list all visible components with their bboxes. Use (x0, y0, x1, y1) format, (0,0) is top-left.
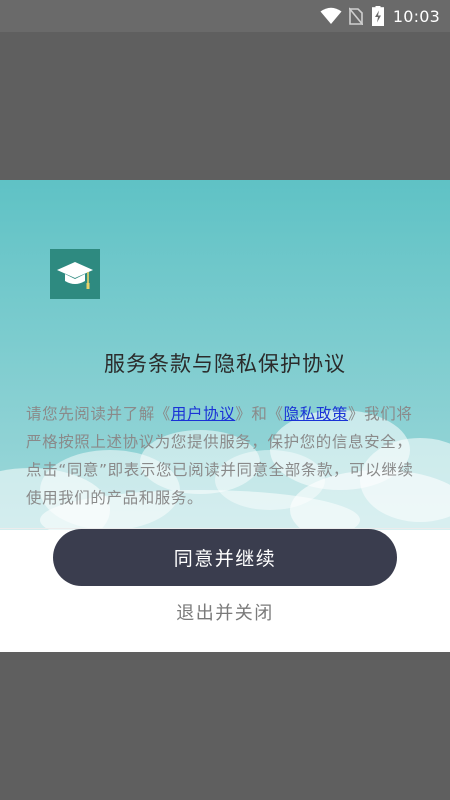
dialog-body: 请您先阅读并了解《用户协议》和《隐私政策》我们将严格按照上述协议为您提供服务，保… (26, 400, 424, 512)
exit-close-button[interactable]: 退出并关闭 (0, 599, 450, 625)
user-agreement-link[interactable]: 用户协议 (171, 405, 235, 423)
dialog-title: 服务条款与隐私保护协议 (104, 352, 346, 376)
status-icons: 10:03 (320, 0, 440, 32)
app-logo (50, 249, 100, 299)
body-text: 请您先阅读并了解《 (26, 405, 171, 423)
graduation-cap-icon (57, 262, 93, 289)
wifi-icon (320, 7, 342, 25)
status-bar: 10:03 (0, 0, 450, 32)
battery-charging-icon (371, 6, 384, 26)
privacy-dialog: 服务条款与隐私保护协议 请您先阅读并了解《用户协议》和《隐私政策》我们将严格按照… (0, 180, 450, 652)
agree-continue-button[interactable]: 同意并继续 (53, 529, 397, 586)
privacy-policy-link[interactable]: 隐私政策 (284, 405, 348, 423)
no-sim-icon (348, 7, 363, 25)
body-text: 》和《 (235, 405, 284, 423)
status-time: 10:03 (392, 6, 440, 26)
